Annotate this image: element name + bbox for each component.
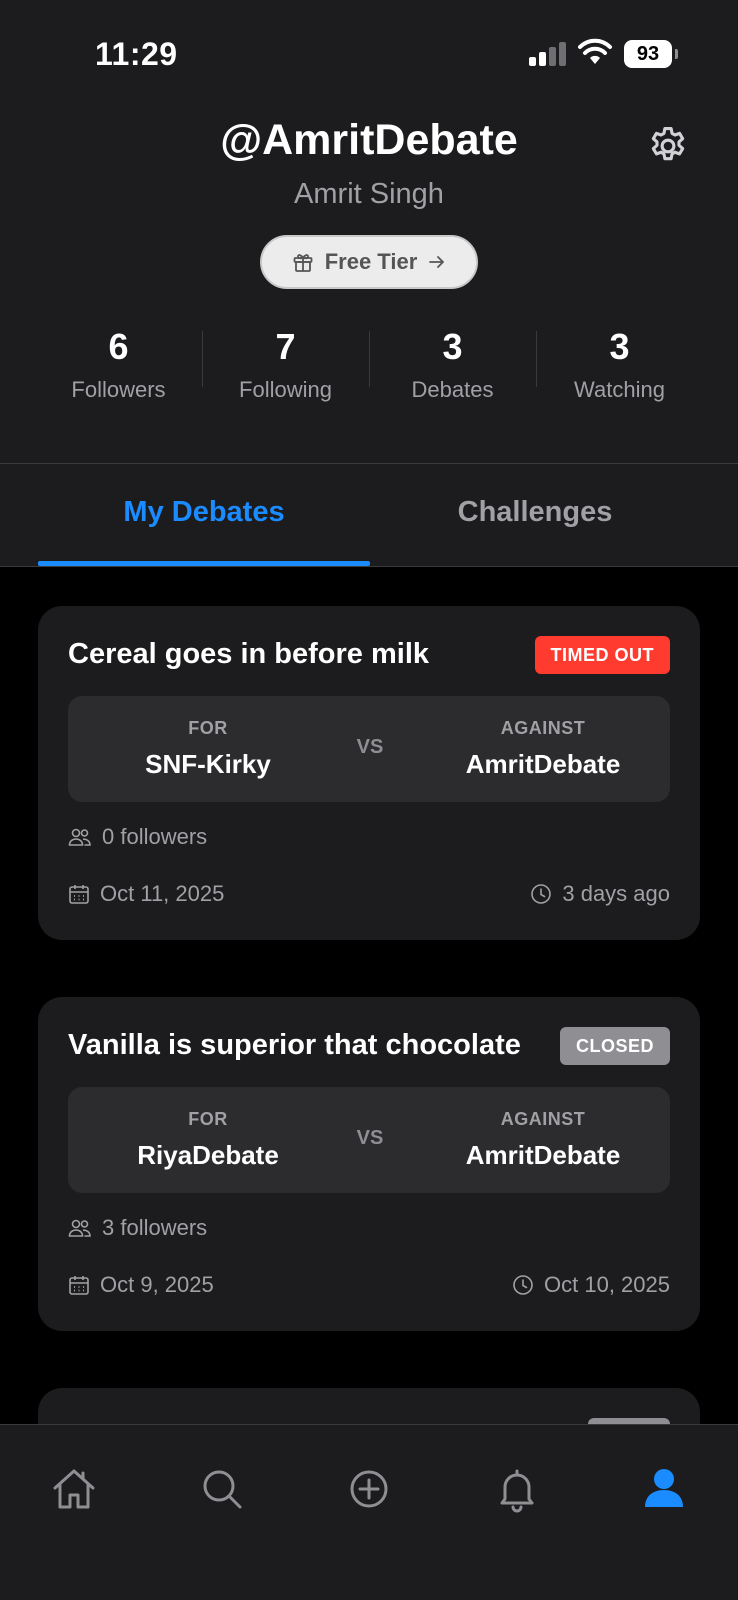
debate-date: Oct 9, 2025 — [68, 1272, 214, 1298]
date-text: Oct 11, 2025 — [100, 881, 225, 906]
followers-text: 3 followers — [102, 1215, 208, 1240]
calendar-icon — [69, 885, 89, 904]
debate-participants: FOR SNF-Kirky VS AGAINST AmritDebate — [68, 696, 670, 802]
calendar-icon — [69, 1276, 89, 1295]
cellular-signal-icon — [529, 40, 567, 66]
clock-icon — [513, 1275, 533, 1295]
tab-my-debates[interactable]: My Debates — [38, 464, 370, 567]
wifi-icon — [578, 38, 612, 64]
people-icon — [68, 1219, 91, 1237]
free-tier-label: Free Tier — [324, 249, 418, 274]
stat-watching[interactable]: 3 Watching — [536, 325, 703, 415]
stat-value: 7 — [275, 326, 296, 367]
profile-icon[interactable] — [640, 1465, 688, 1513]
notifications-bell-icon[interactable] — [493, 1465, 541, 1513]
debate-card[interactable]: Vanilla is superior that chocolate CLOSE… — [38, 997, 700, 1331]
gift-icon — [293, 254, 313, 272]
stat-following[interactable]: 7 Following — [202, 325, 369, 415]
vs-label: VS — [356, 736, 384, 758]
create-debate-icon[interactable] — [345, 1465, 393, 1513]
status-badge: CLOSED — [559, 1027, 670, 1065]
debate-title: Cereal goes in before milk — [68, 638, 430, 670]
stat-label: Debates — [411, 377, 494, 402]
stat-followers[interactable]: 6 Followers — [35, 325, 202, 415]
profile-handle: @AmritDebate — [220, 116, 518, 164]
followers-count: 3 followers — [68, 1215, 207, 1241]
against-user[interactable]: AmritDebate — [433, 1140, 653, 1171]
status-time: 11:29 — [95, 36, 178, 72]
people-icon — [68, 828, 91, 846]
for-user[interactable]: SNF-Kirky — [98, 749, 318, 780]
against-side: AGAINST AmritDebate — [433, 1109, 653, 1171]
against-user[interactable]: AmritDebate — [433, 749, 653, 780]
stat-value: 6 — [108, 326, 129, 367]
arrow-right-icon — [429, 256, 445, 268]
free-tier-button[interactable]: Free Tier — [260, 235, 478, 289]
debate-end-date: Oct 10, 2025 — [512, 1272, 670, 1298]
stat-label: Watching — [574, 377, 665, 402]
battery-indicator: 93 — [624, 40, 678, 68]
search-icon[interactable] — [198, 1465, 246, 1513]
debate-participants: FOR RiyaDebate VS AGAINST AmritDebate — [68, 1087, 670, 1193]
stat-value: 3 — [442, 326, 463, 367]
profile-header: @AmritDebate Amrit Singh Free Tier 6 Fol… — [0, 110, 738, 464]
clock-icon — [531, 884, 552, 904]
debate-date: Oct 11, 2025 — [68, 881, 224, 907]
settings-gear-icon[interactable] — [646, 124, 690, 168]
debate-card[interactable]: Cereal goes in before milk TIMED OUT FOR… — [38, 606, 700, 940]
against-label: AGAINST — [500, 1109, 586, 1129]
followers-text: 0 followers — [102, 824, 208, 849]
profile-full-name: Amrit Singh — [294, 178, 444, 210]
profile-stats: 6 Followers 7 Following 3 Debates 3 Watc… — [35, 325, 703, 415]
for-user[interactable]: RiyaDebate — [98, 1140, 318, 1171]
active-tab-indicator — [38, 561, 370, 566]
for-side: FOR SNF-Kirky — [98, 718, 318, 780]
stat-debates[interactable]: 3 Debates — [369, 325, 536, 415]
status-badge: TIMED OUT — [534, 636, 670, 674]
debate-time-ago: 3 days ago — [530, 881, 670, 907]
stat-value: 3 — [609, 326, 630, 367]
time-ago-text: Oct 10, 2025 — [544, 1272, 670, 1297]
vs-label: VS — [356, 1127, 384, 1149]
for-label: FOR — [188, 718, 228, 738]
for-side: FOR RiyaDebate — [98, 1109, 318, 1171]
time-ago-text: 3 days ago — [562, 881, 670, 906]
profile-tabs: My Debates Challenges — [0, 464, 738, 567]
stat-label: Followers — [71, 377, 166, 402]
bottom-nav — [0, 1424, 738, 1600]
debate-title: Vanilla is superior that chocolate — [68, 1029, 521, 1061]
home-icon[interactable] — [50, 1465, 98, 1513]
for-label: FOR — [188, 1109, 228, 1129]
tab-challenges[interactable]: Challenges — [369, 464, 701, 567]
against-side: AGAINST AmritDebate — [433, 718, 653, 780]
status-bar: 11:29 93 — [0, 0, 738, 110]
stat-label: Following — [239, 377, 332, 402]
followers-count: 0 followers — [68, 824, 207, 850]
date-text: Oct 9, 2025 — [100, 1272, 214, 1297]
against-label: AGAINST — [500, 718, 586, 738]
